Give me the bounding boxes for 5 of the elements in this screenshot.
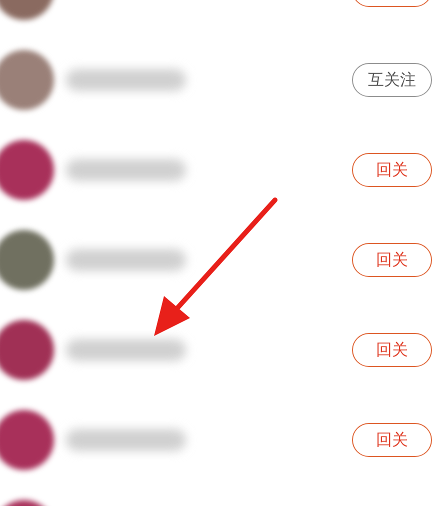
follow-back-button[interactable]: 回关 bbox=[352, 153, 432, 187]
follow-back-button[interactable]: 回关 bbox=[352, 423, 432, 457]
follow-back-button[interactable]: 回关 bbox=[352, 243, 432, 277]
mutual-follow-button[interactable]: 互关注 bbox=[352, 63, 432, 97]
follow-back-button[interactable]: 回关 bbox=[352, 333, 432, 367]
